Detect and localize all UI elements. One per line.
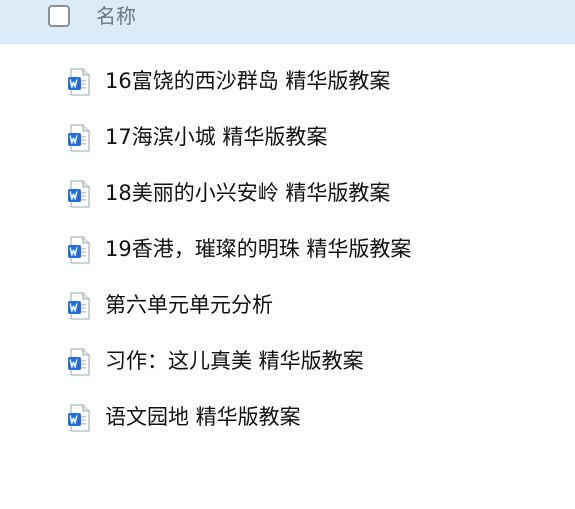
word-doc-icon [68, 292, 90, 320]
file-name[interactable]: 19香港，璀璨的明珠 精华版教案 [105, 235, 411, 263]
select-all-checkbox[interactable] [48, 5, 70, 27]
word-doc-icon [68, 124, 90, 152]
file-name[interactable]: 语文园地 精华版教案 [105, 403, 301, 431]
word-doc-icon [68, 236, 90, 264]
file-name[interactable]: 16富饶的西沙群岛 精华版教案 [105, 67, 390, 95]
word-doc-icon [68, 68, 90, 96]
file-name[interactable]: 习作：这儿真美 精华版教案 [105, 347, 364, 375]
file-name[interactable]: 18美丽的小兴安岭 精华版教案 [105, 179, 390, 207]
file-row[interactable]: 16富饶的西沙群岛 精华版教案 [0, 53, 575, 109]
file-name[interactable]: 17海滨小城 精华版教案 [105, 123, 327, 151]
word-doc-icon [68, 404, 90, 432]
word-doc-icon [68, 348, 90, 376]
word-doc-icon [68, 180, 90, 208]
file-row[interactable]: 第六单元单元分析 [0, 277, 575, 333]
file-row[interactable]: 19香港，璀璨的明珠 精华版教案 [0, 221, 575, 277]
file-row[interactable]: 语文园地 精华版教案 [0, 389, 575, 445]
column-header: 名称 [0, 0, 575, 44]
file-name[interactable]: 第六单元单元分析 [105, 291, 273, 319]
file-row[interactable]: 18美丽的小兴安岭 精华版教案 [0, 165, 575, 221]
file-row[interactable]: 习作：这儿真美 精华版教案 [0, 333, 575, 389]
file-list: 16富饶的西沙群岛 精华版教案 17海滨小城 精华版教案 18美丽的小兴安岭 精… [0, 53, 575, 445]
file-browser: 名称 16富饶的西沙群岛 精华版教案 17海滨小城 精华版教案 18美丽的小兴安… [0, 0, 575, 509]
file-row[interactable]: 17海滨小城 精华版教案 [0, 109, 575, 165]
name-column-header[interactable]: 名称 [96, 3, 136, 29]
